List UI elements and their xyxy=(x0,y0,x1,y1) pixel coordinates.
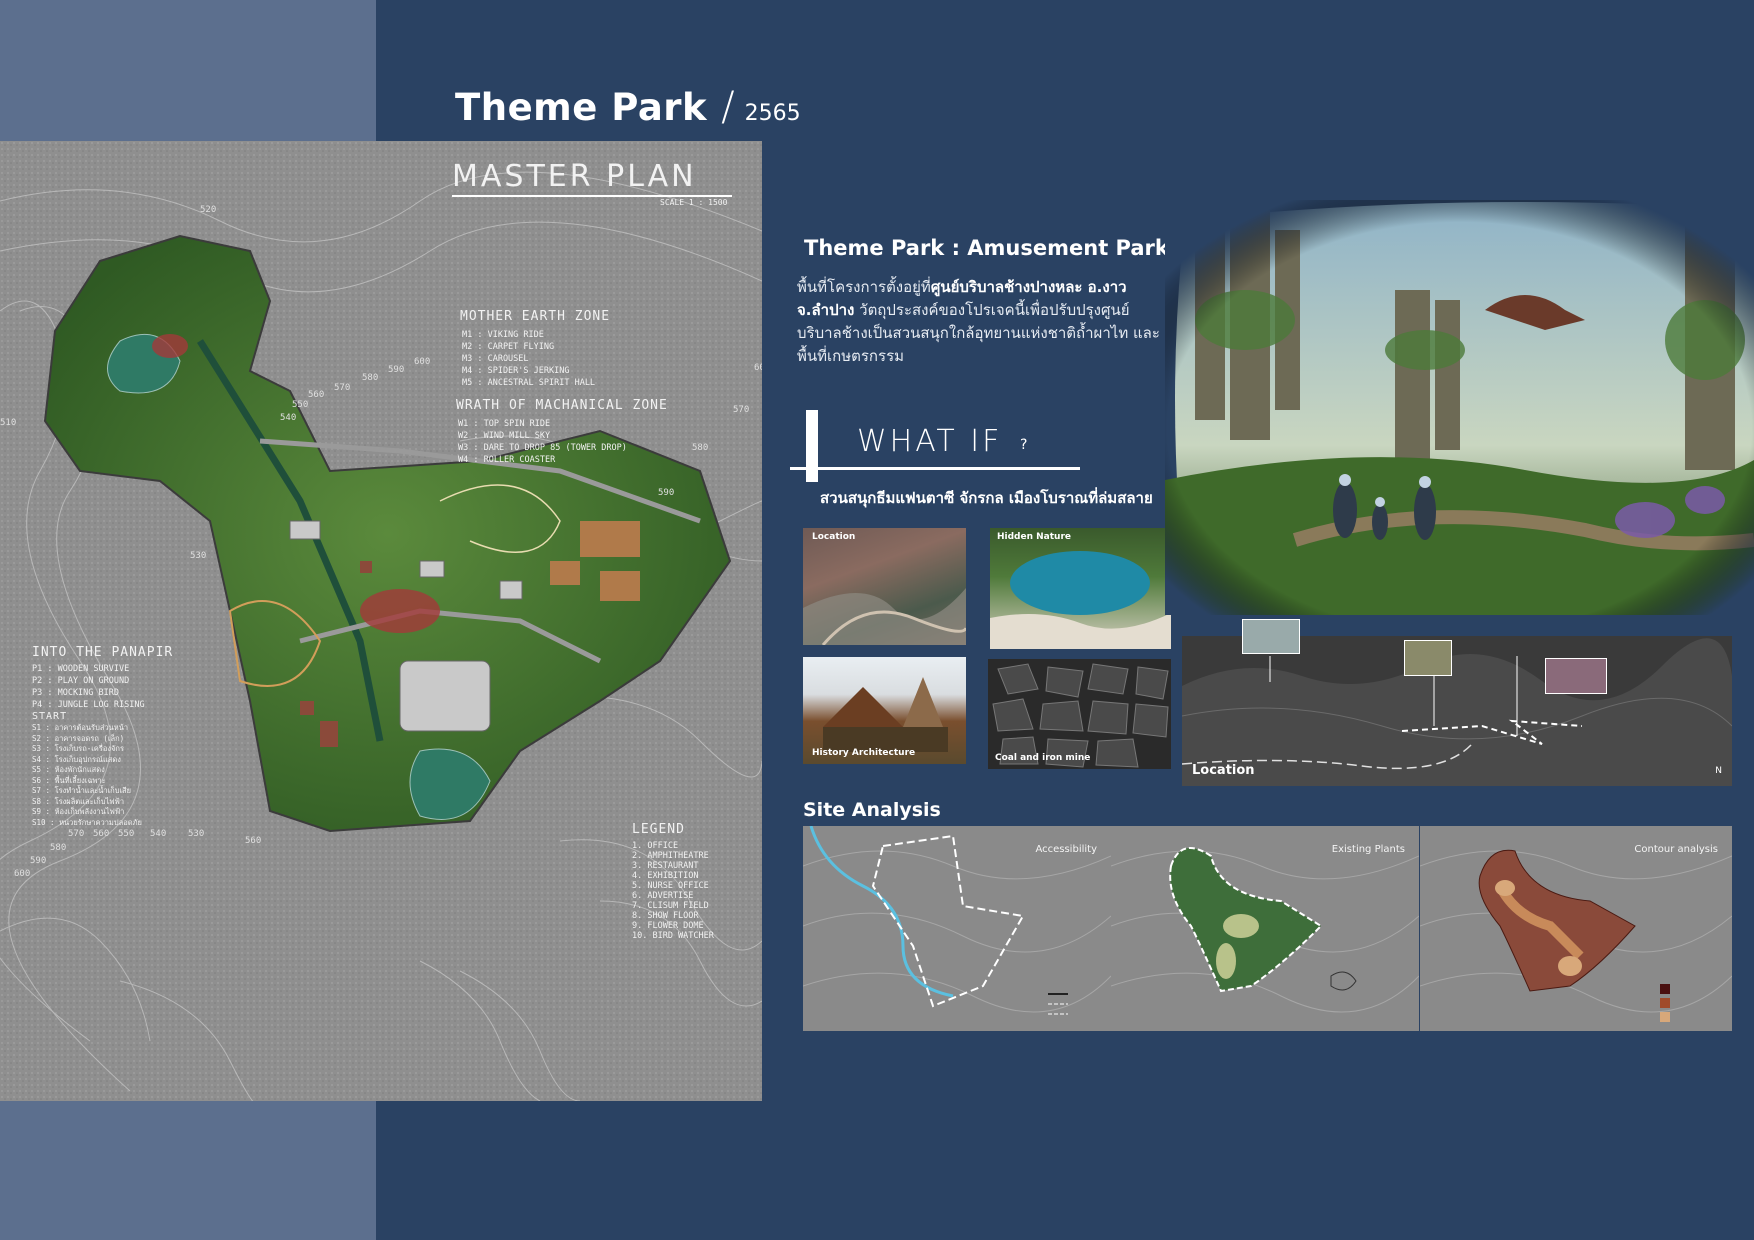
master-plan-scale: SCALE 1 : 1500 xyxy=(660,198,728,207)
contour-label: 570 xyxy=(334,383,351,393)
contour-label: 540 xyxy=(280,413,297,423)
contour-label: 560 xyxy=(308,390,325,400)
master-plan-drawing xyxy=(0,141,762,1101)
coal-mine-caption: Coal and iron mine xyxy=(995,753,1091,763)
title-slash: / xyxy=(721,84,735,130)
contour-analysis-panel: Contour analysis xyxy=(1420,826,1732,1031)
contour-label: 590 xyxy=(30,856,47,866)
contour-label: 560 xyxy=(245,836,262,846)
location-photo: Location xyxy=(803,528,966,645)
hidden-nature-image xyxy=(990,551,1171,649)
contour-label: 590 xyxy=(658,488,675,498)
whatif-bar xyxy=(806,410,818,482)
contour-label: 540 xyxy=(150,829,167,839)
page-title: Theme Park / 2565 xyxy=(455,84,801,130)
location-elevation: Location N xyxy=(1182,636,1732,786)
contour-label: 570 xyxy=(733,405,750,415)
elevation-thumb xyxy=(1545,658,1607,694)
elevation-thumb xyxy=(1242,619,1300,654)
site-analysis-heading: Site Analysis xyxy=(803,799,941,821)
contour-analysis-map xyxy=(1420,849,1732,1022)
legend-heading: LEGEND xyxy=(632,822,685,837)
start-zone-heading: START xyxy=(32,711,68,722)
contour-label: 520 xyxy=(200,205,217,215)
existing-plants-map xyxy=(1111,847,1419,1013)
master-plan: MASTER PLAN SCALE 1 : 1500 MOTHER EARTH … xyxy=(0,141,762,1101)
hidden-nature-caption: Hidden Nature xyxy=(997,532,1072,542)
contour-label: 530 xyxy=(188,829,205,839)
wrath-zone-heading: WRATH OF MACHANICAL ZONE xyxy=(456,398,668,413)
title-year: 2565 xyxy=(744,101,801,126)
elevation-thumb xyxy=(1404,640,1452,676)
history-architecture-photo: History Architecture xyxy=(803,657,966,764)
legend-items: 1. OFFICE 2. AMPHITHEATRE 3. RESTAURANT … xyxy=(632,841,714,941)
elevation-caption: Location xyxy=(1192,763,1255,778)
intro-desc-1: พื้นที่โครงการตั้งอยู่ที่ xyxy=(797,278,931,296)
whatif-rule xyxy=(790,467,1080,470)
intro-heading: Theme Park : Amusement Park xyxy=(804,236,1169,260)
contour-label: 570 xyxy=(68,829,85,839)
mother-zone-items: M1 : VIKING RIDE M2 : CARPET FLYING M3 :… xyxy=(462,330,596,388)
intro-description: พื้นที่โครงการตั้งอยู่ที่ศูนย์บริบาลช้าง… xyxy=(797,276,1167,368)
contour-label: 580 xyxy=(50,843,67,853)
contour-label: 600 xyxy=(754,363,762,373)
location-photo-image xyxy=(803,588,966,645)
start-zone-items: S1 : อาคารต้อนรับส่วนหน้า S2 : อาคารจอดร… xyxy=(32,723,142,827)
master-plan-title: MASTER PLAN xyxy=(452,159,697,194)
whatif-question: ? xyxy=(1020,437,1028,453)
pandora-zone-heading: INTO THE PANAPIR xyxy=(32,645,174,660)
master-plan-rule xyxy=(452,195,732,197)
contour-label: 580 xyxy=(362,373,379,383)
pandora-zone-items: P1 : WOODEN SURVIVE P2 : PLAY ON GROUND … xyxy=(32,664,145,710)
whatif-title: WHAT IF xyxy=(857,424,1003,459)
mother-zone-heading: MOTHER EARTH ZONE xyxy=(460,309,611,324)
accessibility-caption: Accessibility xyxy=(1035,844,1097,855)
location-caption: Location xyxy=(812,532,856,542)
contour-label: 550 xyxy=(292,400,309,410)
existing-plants-caption: Existing Plants xyxy=(1331,844,1405,855)
hidden-nature-photo: Hidden Nature xyxy=(990,528,1171,649)
existing-plants-panel: Existing Plants xyxy=(1111,826,1419,1031)
whatif-subtitle: สวนสนุกธีมแฟนตาซี จักรกล เมืองโบราณที่ล่… xyxy=(820,489,1153,507)
north-arrow: N xyxy=(1715,766,1722,776)
accessibility-map xyxy=(803,826,1111,1015)
contour-label: 510 xyxy=(0,418,17,428)
elevation-terrain xyxy=(1182,638,1732,786)
coal-mine-photo: Coal and iron mine xyxy=(988,659,1171,769)
concept-image xyxy=(1165,200,1754,615)
contour-label: 600 xyxy=(414,357,431,367)
contour-label: 530 xyxy=(190,551,207,561)
contour-analysis-caption: Contour analysis xyxy=(1634,844,1718,855)
contour-label: 590 xyxy=(388,365,405,375)
accessibility-panel: Accessibility xyxy=(803,826,1111,1031)
history-architecture-caption: History Architecture xyxy=(812,748,916,758)
contour-label: 600 xyxy=(14,869,31,879)
title-text: Theme Park xyxy=(455,86,708,129)
contour-label: 550 xyxy=(118,829,135,839)
contour-label: 580 xyxy=(692,443,709,453)
contour-label: 560 xyxy=(93,829,110,839)
wrath-zone-items: W1 : TOP SPIN RIDE W2 : WIND MILL SKY W3… xyxy=(458,419,627,465)
concept-image-art xyxy=(1165,200,1754,615)
